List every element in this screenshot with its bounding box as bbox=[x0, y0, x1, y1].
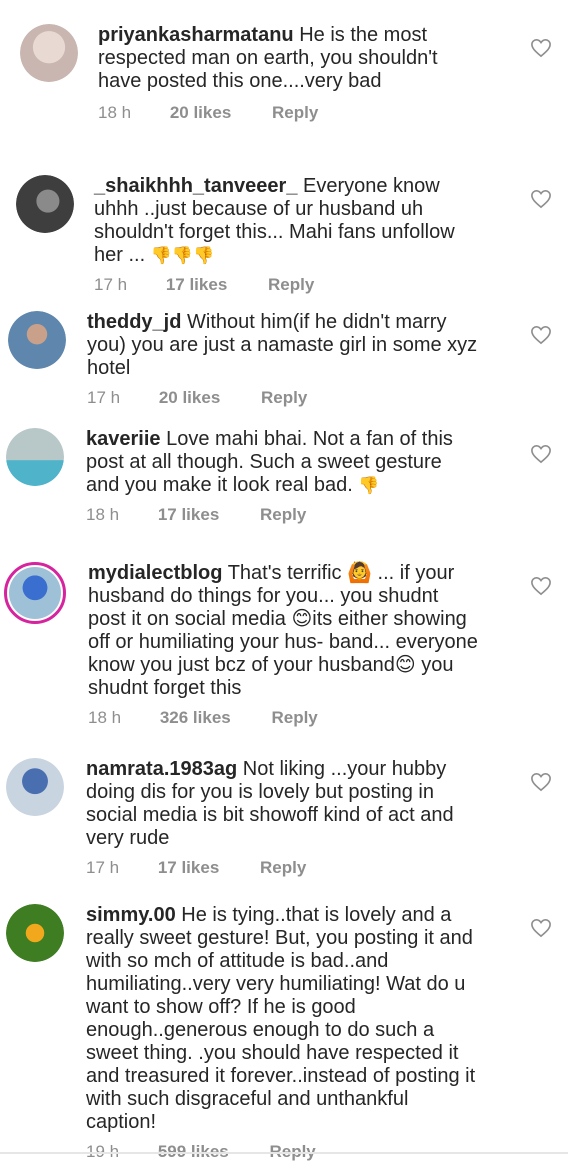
reply-button[interactable]: Reply bbox=[261, 388, 307, 408]
reply-button[interactable]: Reply bbox=[272, 103, 318, 123]
avatar[interactable] bbox=[6, 758, 64, 816]
comment-likes[interactable]: 17 likes bbox=[158, 505, 219, 525]
heart-icon[interactable] bbox=[530, 444, 552, 464]
comment-body: namrata.1983ag Not liking ...your hubby … bbox=[86, 758, 478, 878]
comment-meta: 17 h 17 likes Reply bbox=[94, 275, 478, 295]
avatar[interactable] bbox=[8, 311, 66, 369]
comment-text-block: kaveriie Love mahi bhai. Not a fan of th… bbox=[86, 428, 478, 497]
comment-meta: 18 h 17 likes Reply bbox=[86, 505, 478, 525]
avatar-image bbox=[6, 428, 64, 486]
reply-button[interactable]: Reply bbox=[271, 708, 317, 728]
heart-icon[interactable] bbox=[530, 918, 552, 938]
comment-meta: 17 h 20 likes Reply bbox=[87, 388, 478, 408]
reply-button[interactable]: Reply bbox=[260, 858, 306, 878]
comment-username[interactable]: priyankasharmatanu bbox=[98, 24, 294, 46]
comment-likes[interactable]: 20 likes bbox=[170, 103, 231, 123]
comment-text-block: namrata.1983ag Not liking ...your hubby … bbox=[86, 758, 478, 850]
avatar[interactable] bbox=[6, 904, 64, 962]
comment-body: theddy_jd Without him(if he didn't marry… bbox=[87, 311, 478, 408]
heart-icon[interactable] bbox=[530, 189, 552, 209]
avatar[interactable] bbox=[6, 428, 64, 486]
comment-meta: 18 h 20 likes Reply bbox=[98, 103, 478, 123]
avatar-story-ring[interactable] bbox=[4, 562, 66, 624]
comment-time: 17 h bbox=[87, 388, 121, 407]
bottom-divider bbox=[0, 1152, 568, 1154]
comment-body: mydialectblog That's terrific 🙆 ... if y… bbox=[88, 562, 478, 728]
heart-icon[interactable] bbox=[530, 576, 552, 596]
comment-username[interactable]: theddy_jd bbox=[87, 311, 181, 333]
comment-likes[interactable]: 20 likes bbox=[159, 388, 220, 408]
avatar-image bbox=[6, 758, 64, 816]
avatar-image bbox=[6, 904, 64, 962]
avatar[interactable] bbox=[20, 24, 78, 82]
reply-button[interactable]: Reply bbox=[260, 505, 306, 525]
comment-text-block: priyankasharmatanu He is the most respec… bbox=[98, 24, 478, 93]
comment-text-block: mydialectblog That's terrific 🙆 ... if y… bbox=[88, 562, 478, 700]
avatar-image bbox=[9, 567, 61, 619]
comment-meta: 18 h 326 likes Reply bbox=[88, 708, 478, 728]
heart-icon[interactable] bbox=[530, 325, 552, 345]
comment-body: priyankasharmatanu He is the most respec… bbox=[98, 24, 478, 123]
comment-body: simmy.00 He is tying..that is lovely and… bbox=[86, 904, 478, 1162]
comment-time: 18 h bbox=[86, 505, 120, 524]
comment-meta: 17 h 17 likes Reply bbox=[86, 858, 478, 878]
comment-time: 18 h bbox=[88, 708, 122, 727]
comment-text-block: _shaikhhh_tanveeer_ Everyone know uhhh .… bbox=[94, 175, 478, 267]
comment-text: He is tying..that is lovely and a really… bbox=[86, 904, 476, 1133]
avatar-image bbox=[8, 311, 66, 369]
comment-username[interactable]: namrata.1983ag bbox=[86, 758, 237, 780]
avatar[interactable] bbox=[16, 175, 74, 233]
comment-text-block: simmy.00 He is tying..that is lovely and… bbox=[86, 904, 478, 1134]
comment-username[interactable]: mydialectblog bbox=[88, 562, 222, 584]
comment-time: 17 h bbox=[86, 858, 120, 877]
comment-body: _shaikhhh_tanveeer_ Everyone know uhhh .… bbox=[94, 175, 478, 295]
avatar-image bbox=[20, 24, 78, 82]
comment-username[interactable]: _shaikhhh_tanveeer_ bbox=[94, 175, 297, 197]
comment-likes[interactable]: 326 likes bbox=[160, 708, 231, 728]
heart-icon[interactable] bbox=[530, 38, 552, 58]
thumbs-down-emoji: 👎👎👎 bbox=[150, 246, 215, 265]
comment-username[interactable]: simmy.00 bbox=[86, 904, 176, 926]
comment-likes[interactable]: 17 likes bbox=[166, 275, 227, 295]
reply-button[interactable]: Reply bbox=[268, 275, 314, 295]
comment-body: kaveriie Love mahi bhai. Not a fan of th… bbox=[86, 428, 478, 525]
avatar-image bbox=[16, 175, 74, 233]
comment-likes[interactable]: 17 likes bbox=[158, 858, 219, 878]
comment-username[interactable]: kaveriie bbox=[86, 428, 161, 450]
heart-icon[interactable] bbox=[530, 772, 552, 792]
comment-text-block: theddy_jd Without him(if he didn't marry… bbox=[87, 311, 478, 380]
thumbs-down-emoji: 👎 bbox=[358, 476, 380, 495]
comment-time: 18 h bbox=[98, 103, 132, 122]
comment-time: 17 h bbox=[94, 275, 128, 294]
